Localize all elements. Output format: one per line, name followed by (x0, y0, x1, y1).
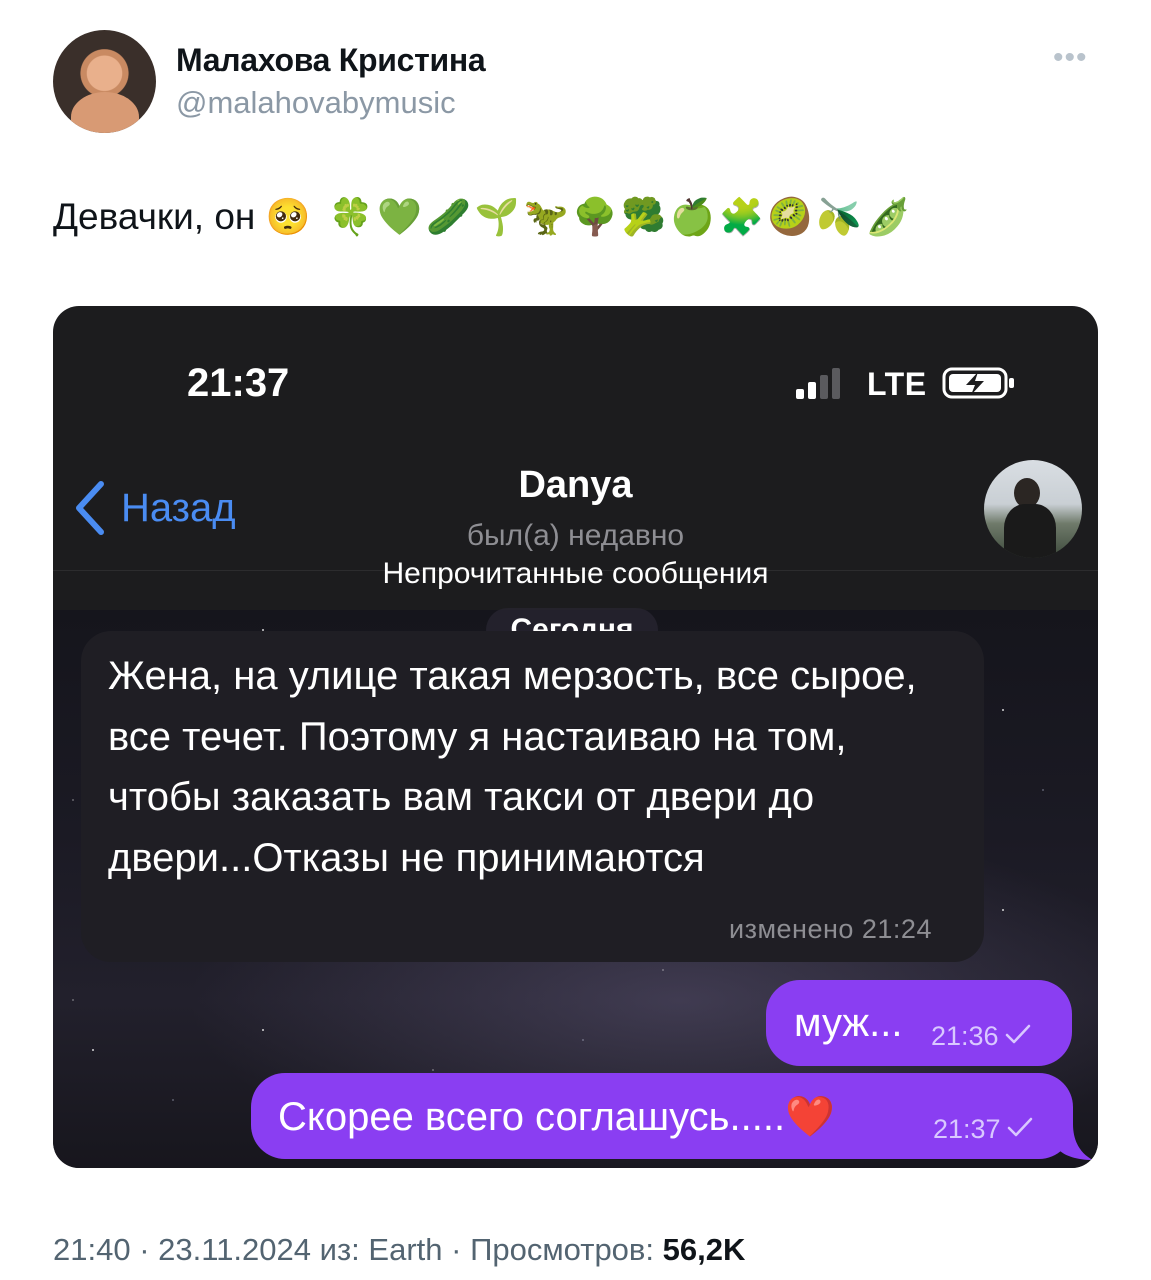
chat-contact-status: был(а) недавно (466, 519, 685, 552)
author-avatar[interactable] (53, 30, 156, 133)
network-type-label: LTE (867, 366, 927, 402)
outgoing-message-text: Скорее всего соглашусь.....❤️ (278, 1095, 835, 1139)
author-handle[interactable]: @malahovabymusic (176, 85, 456, 121)
tweet-text-body: Девачки, он (53, 196, 256, 237)
tweet-media-screenshot[interactable]: 21:37 LTE Назад Danya был(а) недавно Неп… (53, 306, 1098, 1168)
incoming-message-text: Жена, на улице такая мерзость, все сырое… (108, 654, 917, 880)
views-count[interactable]: 56,2K (663, 1232, 746, 1267)
more-dots-icon[interactable]: ••• (1053, 43, 1093, 73)
message-time: 21:36 (931, 1021, 999, 1051)
incoming-message-meta: изменено 21:24 (729, 914, 932, 944)
source-label: из: (319, 1232, 360, 1267)
outgoing-message-meta: 21:37 (933, 1114, 1035, 1145)
outgoing-message-meta: 21:36 (931, 1021, 1033, 1052)
views-label: Просмотров: (470, 1232, 655, 1267)
tweet-source: Earth (368, 1232, 443, 1267)
chat-contact-name[interactable]: Danya (53, 464, 1098, 507)
message-time: 21:37 (933, 1114, 1001, 1144)
tweet-time[interactable]: 21:40 (53, 1232, 131, 1267)
contact-avatar[interactable] (984, 460, 1082, 558)
outgoing-message-text: муж... (794, 1001, 903, 1045)
bubble-tail (1059, 1124, 1093, 1160)
meta-separator: · (451, 1232, 462, 1267)
check-icon (1005, 1024, 1030, 1044)
unread-messages-label: Непрочитанные сообщения (382, 557, 769, 590)
tweet-meta: 21:40 · 23.11.2024 из: Earth · Просмотро… (53, 1232, 745, 1268)
tweet-emojis: 🥺 🍀💚🥒🌱🦖🌳🥦🍏🧩🥝🫒🫛 (265, 196, 915, 237)
signal-bars-icon (796, 368, 840, 399)
meta-separator: · (139, 1232, 150, 1267)
check-icon (1007, 1117, 1032, 1137)
status-bar-time: 21:37 (187, 361, 290, 405)
battery-charging-icon (942, 367, 1014, 399)
tweet-date[interactable]: 23.11.2024 (158, 1232, 311, 1267)
tweet-text: Девачки, он 🥺 🍀💚🥒🌱🦖🌳🥦🍏🧩🥝🫒🫛 (53, 196, 914, 238)
author-name[interactable]: Малахова Кристина (176, 42, 486, 79)
